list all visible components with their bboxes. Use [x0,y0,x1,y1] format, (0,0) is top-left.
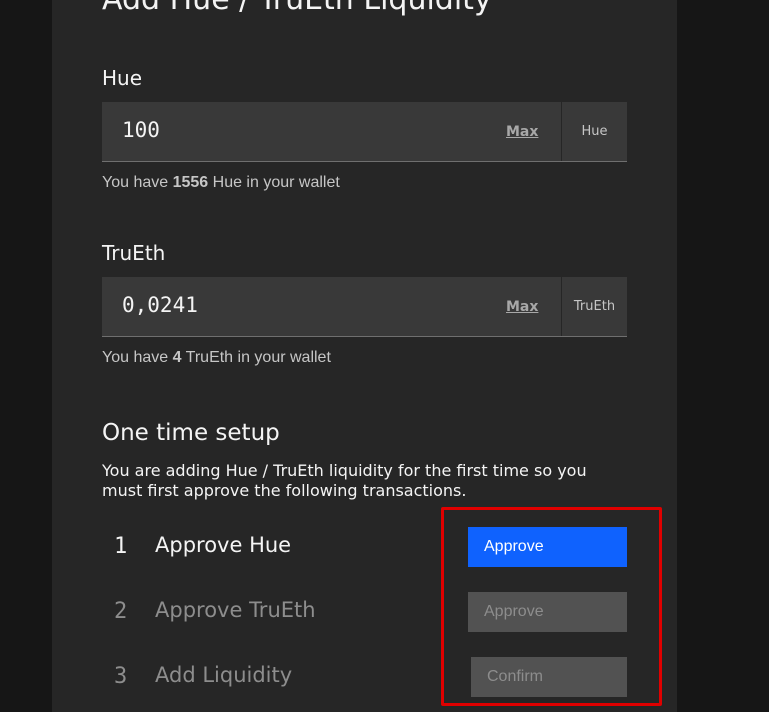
hue-label: Hue [102,66,143,90]
trueth-amount-field[interactable]: 0,0241 Max TruEth [102,277,627,337]
step-3-label: Add Liquidity [155,663,293,687]
trueth-label: TruEth [102,241,166,265]
highlight-annotation-box [441,507,662,706]
trueth-amount-input[interactable]: 0,0241 [122,293,198,317]
setup-title: One time setup [102,420,280,446]
setup-description: You are adding Hue / TruEth liquidity fo… [102,461,587,500]
hue-amount-field[interactable]: 100 Max Hue [102,102,627,162]
hue-max-link[interactable]: Max [506,124,538,140]
step-1-number: 1 [114,534,128,559]
hue-amount-input[interactable]: 100 [122,118,160,142]
step-1-label: Approve Hue [155,533,292,557]
hue-balance-hint: You have 1556 Hue in your wallet [102,174,340,191]
trueth-balance-amount: 4 [172,349,182,366]
step-3-number: 3 [114,664,128,689]
trueth-balance-hint: You have 4 TruEth in your wallet [102,349,331,366]
page-title: Add Hue / TruEth Liquidity [102,0,492,17]
trueth-max-link[interactable]: Max [506,299,538,315]
step-2-label: Approve TruEth [155,598,316,622]
step-2-number: 2 [114,599,128,624]
hue-balance-amount: 1556 [172,174,209,191]
hue-unit-label: Hue [561,102,627,161]
trueth-unit-label: TruEth [561,277,627,336]
